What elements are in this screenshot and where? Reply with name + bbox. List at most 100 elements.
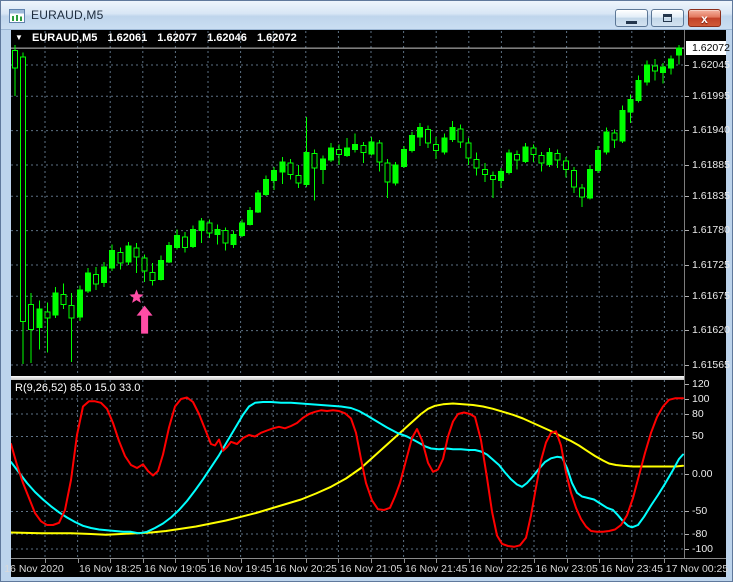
candle[interactable] — [109, 250, 116, 269]
candle[interactable] — [141, 257, 148, 272]
candle[interactable] — [246, 210, 253, 225]
candle[interactable] — [206, 222, 213, 234]
candle[interactable] — [295, 175, 302, 184]
candle[interactable] — [287, 162, 294, 175]
price-tick — [685, 64, 689, 66]
candle[interactable] — [457, 128, 464, 143]
candle[interactable] — [668, 58, 675, 69]
indicator-pane[interactable] — [11, 380, 684, 558]
symbol-period-label: EURAUD,M5 — [31, 32, 98, 44]
candle[interactable] — [481, 168, 488, 175]
candle[interactable] — [465, 142, 472, 159]
candle[interactable] — [506, 152, 513, 173]
candle[interactable] — [368, 141, 375, 155]
candle[interactable] — [425, 128, 432, 144]
candle[interactable] — [635, 80, 642, 102]
candle[interactable] — [36, 308, 43, 328]
candle[interactable] — [157, 260, 164, 280]
candle[interactable] — [44, 311, 51, 319]
candle[interactable] — [165, 245, 172, 263]
candle[interactable] — [174, 235, 180, 249]
restore-button[interactable] — [651, 9, 684, 27]
candle[interactable] — [384, 162, 391, 183]
candle[interactable] — [562, 160, 569, 170]
candle[interactable] — [60, 293, 67, 305]
main-price-chart[interactable] — [11, 31, 684, 376]
candle[interactable] — [514, 153, 521, 161]
candle[interactable] — [12, 50, 18, 69]
candle[interactable] — [279, 161, 286, 173]
candle[interactable] — [651, 65, 658, 72]
low-value: 1.62046 — [207, 32, 247, 44]
candle[interactable] — [546, 152, 553, 165]
minimize-button[interactable] — [615, 9, 648, 27]
price-tick — [685, 364, 689, 366]
candle[interactable] — [400, 148, 407, 167]
candle[interactable] — [93, 273, 99, 285]
candle[interactable] — [101, 266, 108, 283]
candle[interactable] — [117, 252, 124, 264]
candle[interactable] — [449, 127, 456, 140]
candle[interactable] — [214, 228, 221, 235]
candle[interactable] — [352, 143, 359, 150]
candle[interactable] — [643, 64, 650, 83]
candle[interactable] — [327, 147, 334, 161]
candle[interactable] — [619, 110, 626, 142]
candle[interactable] — [408, 135, 415, 152]
price-tick — [685, 295, 689, 297]
candle[interactable] — [660, 66, 666, 74]
time-scale[interactable]: 16 Nov 2020 16 Nov 18:25 16 Nov 19:05 16 No… — [4, 558, 728, 577]
candle[interactable] — [182, 236, 189, 248]
candle[interactable] — [263, 178, 270, 195]
candle[interactable] — [627, 98, 634, 113]
candle[interactable] — [587, 168, 594, 199]
indicator-tick — [685, 413, 689, 415]
candle[interactable] — [579, 187, 585, 198]
candle[interactable] — [238, 222, 245, 237]
candle[interactable] — [319, 158, 326, 170]
candle[interactable] — [441, 137, 448, 153]
candle[interactable] — [570, 170, 577, 188]
candle[interactable] — [489, 175, 496, 180]
candle[interactable] — [125, 245, 132, 263]
candle[interactable] — [84, 272, 91, 292]
candle[interactable] — [52, 292, 59, 316]
candle[interactable] — [133, 247, 140, 258]
candle[interactable] — [611, 132, 618, 141]
candle[interactable] — [498, 170, 504, 182]
candle[interactable] — [392, 164, 399, 184]
candle[interactable] — [538, 155, 545, 164]
candle[interactable] — [473, 158, 480, 169]
candle[interactable] — [149, 272, 156, 282]
candle[interactable] — [222, 230, 229, 244]
candle[interactable] — [360, 145, 367, 153]
candle[interactable] — [20, 56, 27, 322]
candle[interactable] — [198, 220, 205, 232]
candle[interactable] — [344, 147, 351, 157]
candle[interactable] — [190, 228, 197, 247]
candle[interactable] — [417, 127, 423, 138]
candle[interactable] — [554, 153, 561, 161]
candle[interactable] — [595, 150, 602, 172]
candle[interactable] — [28, 303, 35, 330]
chevron-down-icon[interactable]: ▼ — [15, 33, 23, 42]
candle[interactable] — [68, 305, 75, 319]
price-scale[interactable]: 1.62045 1.61995 1.61940 1.61885 1.61835 1.617… — [685, 30, 730, 558]
chart-client-area: ▼ EURAUD,M5 1.62061 1.62077 1.62046 1.62… — [4, 30, 730, 577]
candle[interactable] — [255, 192, 261, 213]
title-bar[interactable]: EURAUD,M5 x — [1, 1, 732, 30]
candle[interactable] — [433, 143, 440, 152]
candle[interactable] — [676, 47, 683, 56]
candle[interactable] — [230, 233, 237, 245]
close-button[interactable]: x — [688, 9, 721, 27]
candle[interactable] — [76, 289, 83, 318]
candle[interactable] — [336, 148, 342, 155]
candle[interactable] — [522, 146, 529, 162]
candle[interactable] — [271, 170, 278, 182]
candle[interactable] — [311, 153, 318, 169]
candle[interactable] — [303, 152, 310, 185]
candle[interactable] — [603, 131, 610, 153]
candle[interactable] — [530, 147, 537, 155]
candle[interactable] — [376, 142, 383, 163]
price-axis-label: 1.61835 — [692, 189, 730, 202]
